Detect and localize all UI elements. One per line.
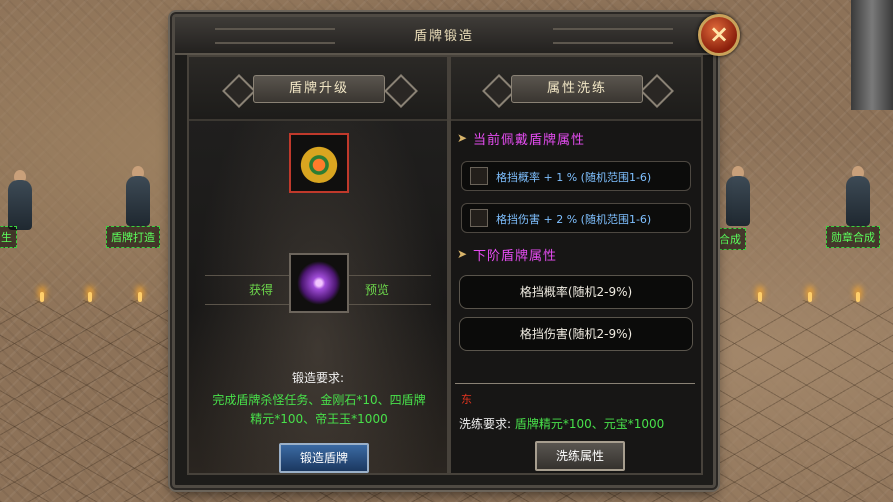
current-attr-text: 格挡概率 + 1 % (随机范围1-6) xyxy=(496,171,652,184)
current-attr-row: 格挡伤害 + 2 % (随机范围1-6) xyxy=(461,203,691,233)
close-icon[interactable]: × xyxy=(698,14,740,56)
next-attr-row: 格挡概率(随机2-9%) xyxy=(459,275,693,309)
next-attr-row: 格挡伤害(随机2-9%) xyxy=(459,317,693,351)
current-attrs-title: 当前佩戴盾牌属性 xyxy=(473,133,586,148)
next-attrs-title: 下阶盾牌属性 xyxy=(473,249,558,264)
forge-requirement-text: 完成盾牌杀怪任务、金刚石*10、四盾牌 精元*100、帝王玉*1000 xyxy=(203,391,435,429)
wash-requirement-label: 洗练要求: xyxy=(459,417,512,431)
attribute-wash-pane: 属性洗练 ➤ 当前佩戴盾牌属性 格挡概率 + 1 % (随机范围1-6) 格挡伤… xyxy=(449,55,703,475)
arrow-icon: ➤ xyxy=(457,131,468,145)
window-title: 盾牌锻造 xyxy=(413,29,474,44)
forge-shield-button[interactable]: 锻造盾牌 xyxy=(279,443,369,473)
current-shield-slot[interactable] xyxy=(289,133,349,193)
pane-header: 属性洗练 xyxy=(451,57,701,121)
forge-requirement-title: 锻造要求: xyxy=(291,371,345,385)
current-attr-row: 格挡概率 + 1 % (随机范围1-6) xyxy=(461,161,691,191)
knot-ornament-icon xyxy=(384,74,418,108)
candle-flame xyxy=(88,292,92,302)
npc-medal-synthesis[interactable] xyxy=(838,166,878,228)
candle-flame xyxy=(808,292,812,302)
knot-ornament-icon xyxy=(222,74,256,108)
red-mark-text: 东 xyxy=(461,393,472,406)
current-attr-text: 格挡伤害 + 2 % (随机范围1-6) xyxy=(496,213,652,226)
npc-label-medal-synthesis[interactable]: 勋章合成 xyxy=(826,226,880,248)
wash-divider xyxy=(455,383,695,388)
tab-preview[interactable]: 预览 xyxy=(365,281,389,298)
golden-shield-icon xyxy=(299,143,339,183)
title-bar[interactable]: 盾牌锻造 xyxy=(175,17,713,55)
wash-requirement: 洗练要求: 盾牌精元*100、元宝*1000 xyxy=(459,415,664,432)
shield-forge-window: 盾牌锻造 盾牌升级 获得 预览 锻造要求: 完成盾牌杀怪任务、金刚石*10、四盾… xyxy=(172,14,716,488)
candle-flame xyxy=(758,292,762,302)
pane-header: 盾牌升级 xyxy=(189,57,447,121)
tab-obtain[interactable]: 获得 xyxy=(249,281,273,298)
npc-right-partial[interactable] xyxy=(718,166,758,228)
arrow-icon: ➤ xyxy=(457,247,468,261)
stone-pillar xyxy=(851,0,893,110)
candle-flame xyxy=(40,292,44,302)
shield-upgrade-header: 盾牌升级 xyxy=(253,75,385,103)
candle-flame xyxy=(856,292,860,302)
npc-label-left-edge[interactable]: 生 xyxy=(0,226,17,248)
npc-left-edge[interactable] xyxy=(0,170,40,232)
npc-label-right-partial[interactable]: 合成 xyxy=(714,228,746,250)
knot-ornament-icon xyxy=(640,74,674,108)
purple-shield-icon xyxy=(297,261,341,305)
attr-lock-checkbox[interactable] xyxy=(470,167,488,185)
shield-upgrade-pane: 盾牌升级 获得 预览 锻造要求: 完成盾牌杀怪任务、金刚石*10、四盾牌 精元*… xyxy=(187,55,449,475)
attr-lock-checkbox[interactable] xyxy=(470,209,488,227)
candle-flame xyxy=(138,292,142,302)
attribute-wash-header: 属性洗练 xyxy=(511,75,643,103)
npc-label-shield-forge[interactable]: 盾牌打造 xyxy=(106,226,160,248)
wash-requirement-value: 盾牌精元*100、元宝*1000 xyxy=(514,417,665,431)
forge-requirement-line: 精元*100、帝王玉*1000 xyxy=(250,412,388,426)
next-shield-slot[interactable] xyxy=(289,253,349,313)
wash-attributes-button[interactable]: 洗练属性 xyxy=(535,441,625,471)
npc-shield-forge[interactable] xyxy=(118,166,158,228)
forge-requirement-line: 完成盾牌杀怪任务、金刚石*10、四盾牌 xyxy=(212,393,426,407)
